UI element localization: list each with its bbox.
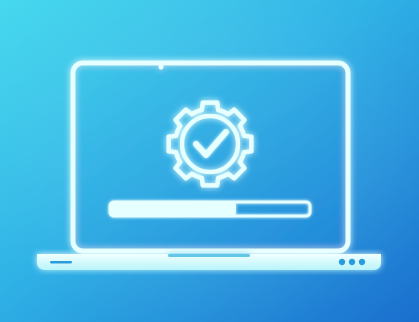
- progress-fill: [110, 202, 236, 216]
- trackpad-notch: [168, 254, 250, 257]
- webcam-dot: [158, 64, 164, 70]
- indicator-dots: [338, 258, 366, 266]
- laptop-icon: [70, 60, 351, 254]
- indicator-dot: [358, 258, 366, 266]
- laptop-base: [37, 254, 381, 270]
- laptop-screen-frame: [70, 60, 351, 254]
- illustration-canvas: [0, 0, 419, 322]
- laptop-update-illustration: [0, 0, 419, 322]
- base-slot: [50, 261, 72, 264]
- indicator-dot: [338, 258, 346, 266]
- indicator-dot: [348, 258, 356, 266]
